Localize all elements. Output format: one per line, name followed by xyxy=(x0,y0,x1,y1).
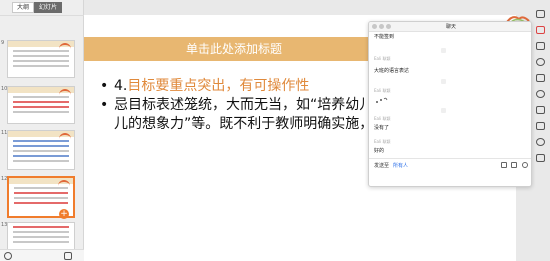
chat-timestamp xyxy=(441,79,447,84)
chat-sender: Eali 耿颖 xyxy=(374,116,391,121)
chat-timestamp xyxy=(441,108,447,113)
loading-icon xyxy=(376,97,388,103)
slide-thumbnail[interactable] xyxy=(7,222,75,252)
sidebar-bottom-bar xyxy=(0,249,84,261)
slide-thumbnail[interactable] xyxy=(7,86,75,124)
layout-icon[interactable] xyxy=(536,42,545,50)
chat-sender: Eali 耿颖 xyxy=(374,56,391,61)
title-placeholder[interactable]: 单击此处添加标题 xyxy=(84,37,384,61)
chat-message: 没有了 xyxy=(374,125,390,131)
chat-window: 聊天 不能签到 Eali 耿颖 大班的语言表达 Eali 耿颖 Eali 耿颖 … xyxy=(368,21,532,187)
chat-timestamp xyxy=(441,48,447,53)
image-icon[interactable] xyxy=(536,74,545,82)
slide-thumbnail-panel: 大纲 幻灯片 9 10 11 12 + 13 xyxy=(0,0,84,261)
chat-sender: Eali 耿颖 xyxy=(374,88,391,93)
send-to-label: 发送至 xyxy=(374,163,390,169)
sidebar-divider xyxy=(0,15,84,16)
chat-message: 不能签到 xyxy=(374,34,395,40)
animation-icon[interactable] xyxy=(536,90,545,98)
transition-icon[interactable] xyxy=(536,106,545,114)
slide-thumbnail[interactable] xyxy=(7,40,75,78)
chat-message: 大班的语言表达 xyxy=(374,68,410,74)
help-icon[interactable] xyxy=(536,138,545,146)
thumbnail-number: 9 xyxy=(1,40,5,46)
tab-slides[interactable]: 幻灯片 xyxy=(34,2,63,13)
right-toolbar xyxy=(532,6,550,261)
style-icon[interactable] xyxy=(536,58,545,66)
user-icon[interactable] xyxy=(4,252,12,260)
bullet-number: 4. xyxy=(114,78,128,94)
chat-message: 好的 xyxy=(374,148,385,154)
tools-icon[interactable] xyxy=(536,154,545,162)
file-icon[interactable] xyxy=(511,162,517,168)
shape-icon[interactable] xyxy=(536,26,545,34)
chat-footer: 发送至 所有人 xyxy=(369,158,531,186)
table-icon[interactable] xyxy=(536,122,545,130)
recipient-dropdown[interactable]: 所有人 xyxy=(393,162,408,169)
chat-header: 聊天 xyxy=(369,22,531,32)
user-icon[interactable] xyxy=(522,162,528,168)
tab-outline[interactable]: 大纲 xyxy=(12,2,35,13)
view-tabs: 大纲 幻灯片 xyxy=(12,2,63,13)
chat-title: 聊天 xyxy=(445,24,456,30)
settings-icon[interactable] xyxy=(64,252,72,260)
chat-sender: Eali 耿颖 xyxy=(374,139,391,144)
screenshot-icon[interactable] xyxy=(501,162,507,168)
bullet-highlight-text: 目标要重点突出，有可操作性 xyxy=(127,78,310,94)
slide-thumbnail[interactable] xyxy=(7,130,75,170)
copy-icon[interactable] xyxy=(536,10,545,18)
add-slide-button[interactable]: + xyxy=(59,209,69,219)
